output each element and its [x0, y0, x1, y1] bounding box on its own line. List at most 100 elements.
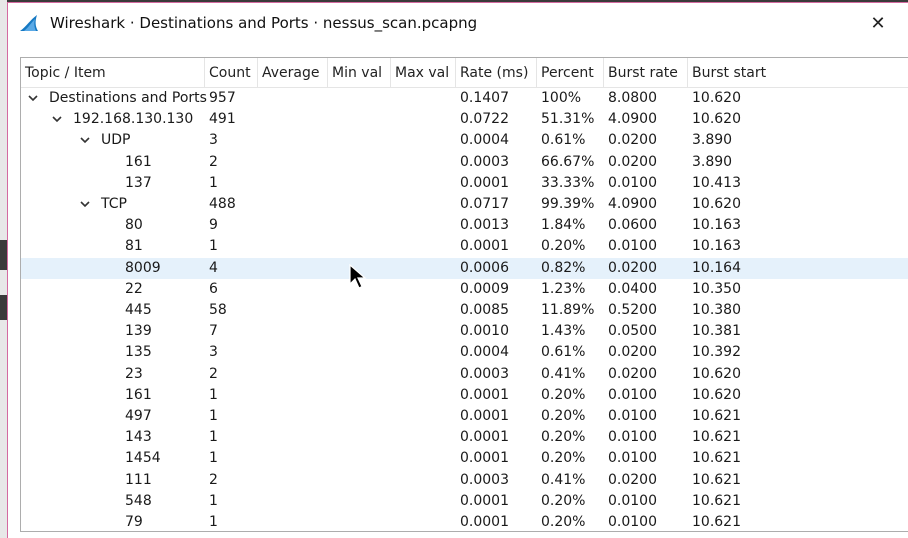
row-burst-rate: 0.0100 [608, 386, 657, 403]
row-burst-start: 10.621 [692, 450, 741, 467]
row-count: 491 [209, 111, 236, 128]
row-percent: 0.20% [541, 492, 586, 509]
row-rate: 0.0001 [460, 450, 509, 467]
row-count: 1 [209, 238, 218, 255]
row-rate: 0.0722 [460, 111, 509, 128]
row-count: 1 [209, 492, 218, 509]
row-label: 23 [125, 365, 143, 382]
tree-row[interactable]: 161 1 0.0001 0.20% 0.0100 10.620 [21, 385, 908, 406]
tree-row[interactable]: 22 6 0.0009 1.23% 0.0400 10.350 [21, 279, 908, 300]
background-desktop [0, 320, 7, 538]
tree-row[interactable]: 139 7 0.0010 1.43% 0.0500 10.381 [21, 321, 908, 342]
row-burst-rate: 0.0200 [608, 471, 657, 488]
close-button[interactable]: ✕ [866, 11, 890, 35]
row-percent: 11.89% [541, 302, 595, 318]
row-burst-rate: 0.0100 [608, 408, 657, 424]
row-percent: 0.41% [541, 471, 586, 488]
row-burst-rate: 4.0900 [608, 111, 657, 128]
row-label: Destinations and Ports [49, 90, 207, 106]
row-burst-rate: 0.0500 [608, 323, 657, 340]
tree-row[interactable]: Destinations and Ports 957 0.1407 100% 8.080… [21, 88, 908, 109]
tree-row[interactable]: TCP 488 0.0717 99.39% 4.0900 10.620 [21, 194, 908, 215]
tree-row[interactable]: 23 2 0.0003 0.41% 0.0200 10.620 [21, 364, 908, 385]
tree-row[interactable]: 143 1 0.0001 0.20% 0.0100 10.621 [21, 427, 908, 448]
row-rate: 0.1407 [460, 90, 509, 106]
tree-row[interactable]: 135 3 0.0004 0.61% 0.0200 10.392 [21, 342, 908, 363]
background-desktop [0, 295, 7, 320]
stats-window: Wireshark · Destinations and Ports · nes… [7, 2, 908, 538]
row-label: 139 [125, 323, 152, 340]
tree-row[interactable]: 137 1 0.0001 33.33% 0.0100 10.413 [21, 173, 908, 194]
column-burst-rate[interactable]: Burst rate [604, 58, 688, 88]
column-max-val[interactable]: Max val [391, 58, 456, 88]
chevron-down-icon[interactable] [79, 134, 91, 146]
row-rate: 0.0001 [460, 238, 509, 255]
row-percent: 51.31% [541, 111, 595, 128]
tree-row[interactable]: 445 58 0.0085 11.89% 0.5200 10.380 [21, 300, 908, 321]
row-burst-start: 10.620 [692, 386, 741, 403]
row-count: 1 [209, 386, 218, 403]
tree-row[interactable]: UDP 3 0.0004 0.61% 0.0200 3.890 [21, 130, 908, 151]
tree-row[interactable]: 1454 1 0.0001 0.20% 0.0100 10.621 [21, 448, 908, 469]
row-rate: 0.0003 [460, 365, 509, 382]
row-burst-start: 10.380 [692, 302, 741, 318]
tree-row[interactable]: 192.168.130.130 491 0.0722 51.31% 4.0900 10.6… [21, 109, 908, 130]
row-label: 1454 [125, 450, 161, 467]
row-count: 58 [209, 302, 227, 318]
row-percent: 0.41% [541, 365, 586, 382]
row-label: TCP [101, 196, 127, 212]
row-count: 957 [209, 90, 236, 106]
tree-row[interactable]: 161 2 0.0003 66.67% 0.0200 3.890 [21, 152, 908, 173]
tree-row[interactable]: 8009 4 0.0006 0.82% 0.0200 10.164 [21, 257, 908, 279]
row-percent: 0.20% [541, 408, 586, 424]
row-percent: 0.20% [541, 514, 586, 530]
row-label: UDP [101, 132, 131, 149]
background-desktop [0, 240, 7, 270]
column-topic[interactable]: Topic / Item [21, 58, 205, 88]
column-count[interactable]: Count [205, 58, 258, 88]
tree-row[interactable]: 497 1 0.0001 0.20% 0.0100 10.621 [21, 406, 908, 427]
column-burst-start[interactable]: Burst start [688, 58, 908, 88]
row-count: 1 [209, 174, 218, 191]
tree-row[interactable]: 111 2 0.0003 0.41% 0.0200 10.621 [21, 470, 908, 491]
tree-row[interactable]: 80 9 0.0013 1.84% 0.0600 10.163 [21, 215, 908, 236]
row-burst-rate: 0.5200 [608, 302, 657, 318]
row-label: 81 [125, 238, 143, 255]
tree-row[interactable]: 548 1 0.0001 0.20% 0.0100 10.621 [21, 491, 908, 512]
row-burst-start: 10.620 [692, 111, 741, 128]
row-burst-rate: 0.0100 [608, 174, 657, 191]
row-burst-start: 10.392 [692, 344, 741, 361]
row-rate: 0.0085 [460, 302, 509, 318]
chevron-down-icon[interactable] [51, 113, 63, 125]
row-burst-rate: 0.0600 [608, 217, 657, 234]
stats-tree[interactable]: Topic / Item Count Average Min val Max v… [20, 57, 908, 532]
row-burst-start: 3.890 [692, 153, 733, 170]
row-label: 161 [125, 153, 152, 170]
row-rate: 0.0001 [460, 174, 509, 191]
row-count: 2 [209, 365, 218, 382]
column-average[interactable]: Average [258, 58, 328, 88]
row-burst-start: 10.621 [692, 471, 741, 488]
row-burst-rate: 0.0100 [608, 514, 657, 530]
column-min-val[interactable]: Min val [328, 58, 391, 88]
row-rate: 0.0001 [460, 492, 509, 509]
chevron-down-icon[interactable] [27, 92, 39, 104]
row-percent: 0.20% [541, 450, 586, 467]
row-label: 80 [125, 217, 143, 234]
column-percent[interactable]: Percent [537, 58, 604, 88]
close-icon: ✕ [870, 12, 886, 34]
row-burst-rate: 0.0400 [608, 280, 657, 297]
mouse-cursor-icon [349, 264, 367, 289]
row-burst-start: 10.620 [692, 365, 741, 382]
tree-row[interactable]: 81 1 0.0001 0.20% 0.0100 10.163 [21, 236, 908, 257]
row-rate: 0.0001 [460, 429, 509, 446]
column-rate[interactable]: Rate (ms) [456, 58, 537, 88]
title-bar[interactable]: Wireshark · Destinations and Ports · nes… [8, 3, 908, 43]
row-percent: 1.43% [541, 323, 586, 340]
row-count: 1 [209, 514, 218, 530]
wireshark-fin-icon [20, 15, 38, 31]
tree-row[interactable]: 79 1 0.0001 0.20% 0.0100 10.621 [21, 512, 908, 531]
row-label: 445 [125, 302, 152, 318]
chevron-down-icon[interactable] [79, 198, 91, 210]
row-burst-start: 10.163 [692, 238, 741, 255]
